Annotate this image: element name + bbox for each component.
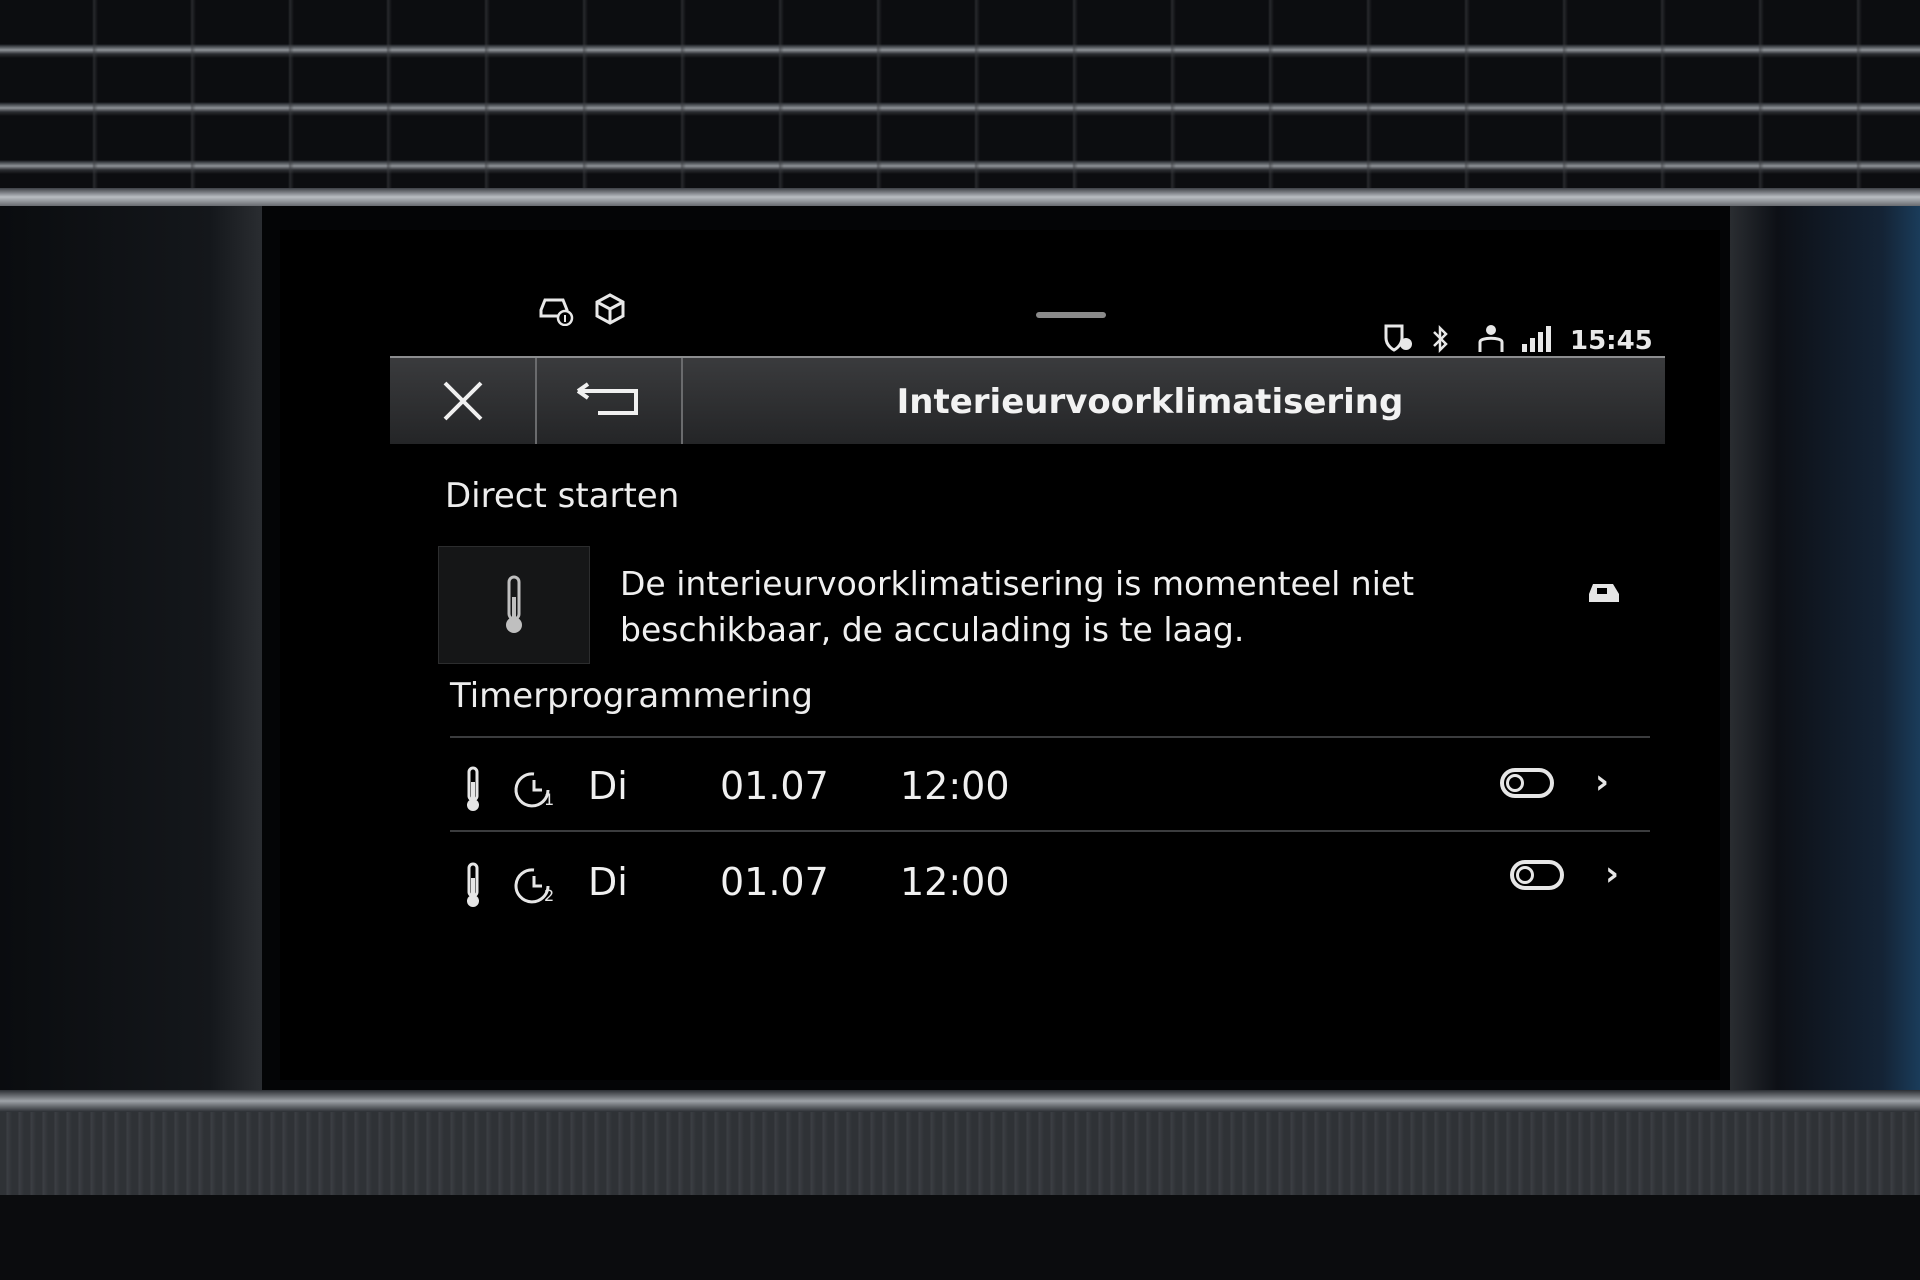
car-charging-icon xyxy=(1585,576,1625,610)
direct-start-button[interactable] xyxy=(438,546,590,664)
thermometer-icon xyxy=(506,575,522,633)
divider xyxy=(450,736,1650,738)
unavailable-message-line2: beschikbaar, de acculading is te laag. xyxy=(620,610,1245,649)
dialog-header: Interieurvoorklimatisering xyxy=(390,356,1665,444)
back-arrow-icon xyxy=(576,382,638,415)
back-button[interactable] xyxy=(536,358,683,444)
close-button[interactable] xyxy=(390,358,537,444)
dashboard-left-panel xyxy=(0,206,262,1126)
unavailable-message: De interieurvoorklimatisering is momente… xyxy=(620,561,1520,653)
timer-row[interactable]: 1 Di 01.07 12:00 › xyxy=(450,744,1680,828)
close-icon xyxy=(443,381,482,421)
section-direct-start-label: Direct starten xyxy=(445,476,680,516)
timer-date: 01.07 xyxy=(720,764,829,808)
dashboard-trim-top xyxy=(0,188,1920,208)
timer-clock-icon: 1 xyxy=(512,768,558,821)
timer-toggle[interactable] xyxy=(1510,860,1564,890)
section-timer-label: Timerprogrammering xyxy=(450,676,813,716)
infotainment-screen: 15:45 Interieurvoorklimatisering Direct … xyxy=(280,230,1720,1080)
chevron-right-icon[interactable]: › xyxy=(1605,854,1619,894)
timer-day: Di xyxy=(588,764,628,808)
status-time: 15:45 xyxy=(1570,326,1653,356)
timer-index: 2 xyxy=(544,886,555,905)
timer-index: 1 xyxy=(544,790,555,809)
car-info-icon[interactable] xyxy=(535,290,575,334)
timer-clock-icon: 2 xyxy=(512,864,558,917)
timer-time: 12:00 xyxy=(900,764,1010,808)
unavailable-message-line1: De interieurvoorklimatisering is momente… xyxy=(620,564,1415,603)
air-vent-fins xyxy=(0,0,1920,200)
timer-time: 12:00 xyxy=(900,860,1010,904)
drag-handle[interactable] xyxy=(1036,312,1106,318)
timer-toggle[interactable] xyxy=(1500,768,1554,798)
timer-date: 01.07 xyxy=(720,860,829,904)
status-bar: 15:45 xyxy=(280,230,1720,356)
thermometer-icon xyxy=(462,862,484,919)
package-icon[interactable] xyxy=(593,292,627,334)
dashboard-trim-bottom xyxy=(0,1090,1920,1112)
climate-dialog: Interieurvoorklimatisering Direct starte… xyxy=(390,356,1665,1061)
dashboard-right-panel xyxy=(1730,206,1920,1126)
dialog-title: Interieurvoorklimatisering xyxy=(896,382,1404,422)
timer-day: Di xyxy=(588,860,628,904)
thermometer-icon xyxy=(462,766,484,823)
divider xyxy=(450,830,1650,832)
center-console-lower xyxy=(0,1195,1920,1280)
timer-row[interactable]: 2 Di 01.07 12:00 › xyxy=(450,840,1680,924)
chevron-right-icon[interactable]: › xyxy=(1595,762,1609,802)
